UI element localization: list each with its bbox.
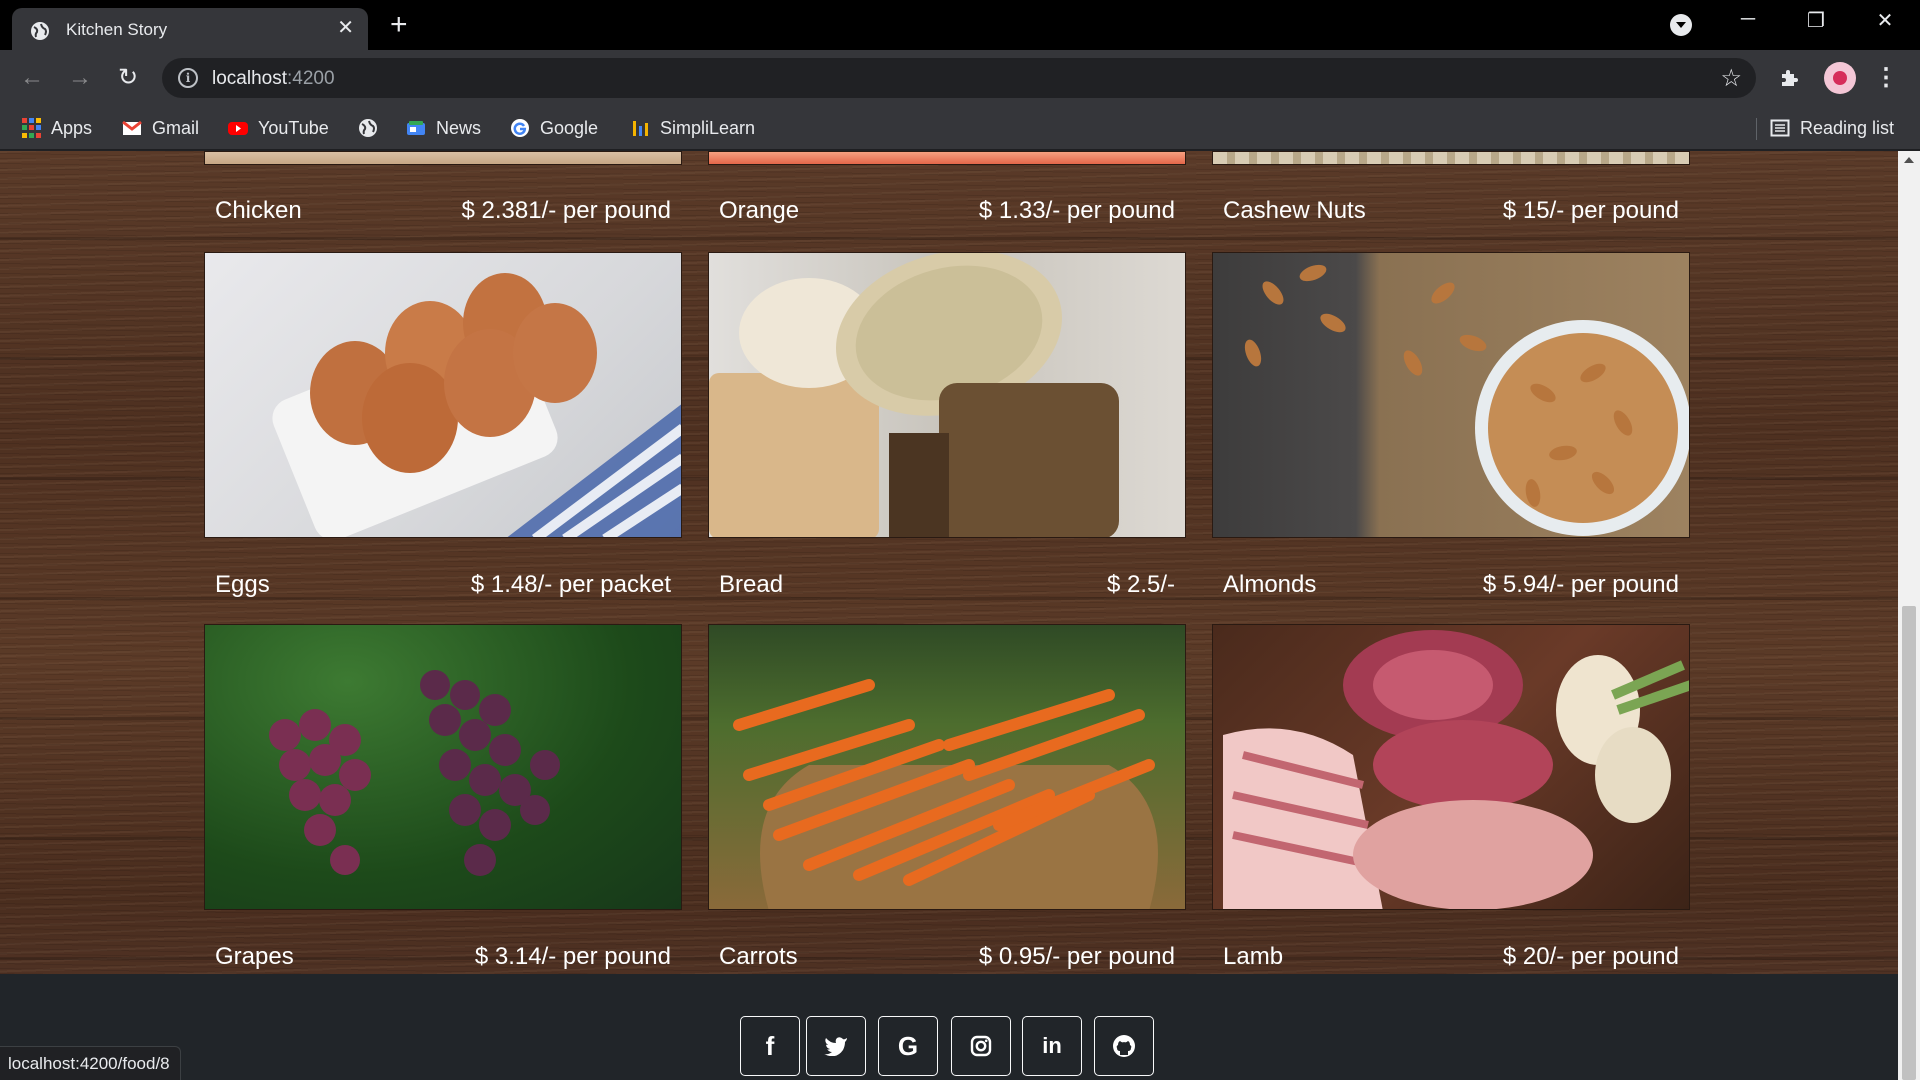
- product-name[interactable]: Eggs: [215, 571, 270, 599]
- youtube-icon: [228, 122, 248, 135]
- product-image-eggs[interactable]: [204, 252, 682, 538]
- product-price: $ 5.94/- per pound: [1482, 571, 1679, 598]
- apps-grid-icon: [22, 118, 41, 138]
- window-close-button[interactable]: ✕: [1865, 8, 1905, 33]
- instagram-glyph-icon: [970, 1035, 992, 1057]
- page-scrollbar[interactable]: [1898, 151, 1920, 1080]
- forward-arrow-icon[interactable]: →: [62, 60, 98, 96]
- bookmark-apps[interactable]: Apps: [22, 106, 92, 150]
- bookmark-google[interactable]: Google: [510, 106, 598, 150]
- product-name[interactable]: Bread: [719, 571, 783, 599]
- news-icon: [407, 121, 425, 135]
- product-price: $ 3.14/- per pound: [474, 943, 671, 970]
- bread-illustration: [709, 253, 1119, 537]
- product-image-bread[interactable]: [708, 252, 1186, 538]
- globe-icon: [31, 22, 49, 40]
- product-name[interactable]: Carrots: [719, 943, 798, 971]
- facebook-icon[interactable]: f: [740, 1016, 800, 1076]
- simplilearn-icon: [633, 121, 648, 136]
- product-price: $ 2.381/- per pound: [461, 197, 672, 224]
- bookmark-label: Google: [540, 117, 599, 138]
- linkedin-icon[interactable]: in: [1022, 1016, 1082, 1076]
- product-name[interactable]: Chicken: [215, 197, 302, 225]
- gmail-icon: [122, 120, 142, 135]
- tab-search-icon[interactable]: [1670, 14, 1692, 36]
- menu-kebab-icon[interactable]: ⋮: [1874, 62, 1898, 94]
- google-icon[interactable]: G: [878, 1016, 938, 1076]
- bookmarks-bar: Apps Gmail YouTube News Google SimpliLea…: [0, 106, 1920, 150]
- product-price: $ 1.33/- per pound: [978, 197, 1175, 224]
- url-host: localhost: [212, 68, 287, 89]
- product-name[interactable]: Orange: [719, 197, 799, 225]
- divider: [1756, 118, 1757, 140]
- product-image-chicken[interactable]: [204, 151, 682, 165]
- eggs-illustration: [272, 273, 681, 537]
- product-image-carrots[interactable]: [708, 624, 1186, 910]
- bookmark-gmail[interactable]: Gmail: [122, 106, 199, 150]
- status-url-bubble: localhost:4200/food/8: [0, 1046, 181, 1080]
- back-arrow-icon[interactable]: ←: [14, 60, 50, 96]
- twitter-icon[interactable]: [806, 1016, 866, 1076]
- github-icon[interactable]: [1094, 1016, 1154, 1076]
- scroll-up-arrow-icon[interactable]: [1904, 157, 1914, 163]
- close-tab-icon[interactable]: ✕: [337, 18, 354, 38]
- product-image-cashew[interactable]: [1212, 151, 1690, 165]
- reading-list-label: Reading list: [1800, 117, 1895, 138]
- almonds-illustration: [1244, 264, 1689, 536]
- minimize-button[interactable]: ─: [1728, 8, 1768, 31]
- product-image-orange[interactable]: [708, 151, 1186, 165]
- info-icon[interactable]: i: [178, 68, 198, 88]
- product-image-lamb[interactable]: [1212, 624, 1690, 910]
- bookmark-globe[interactable]: [358, 106, 388, 150]
- tab-strip: Kitchen Story ✕ + ─ ❐ ✕: [0, 0, 1920, 50]
- bookmark-label: YouTube: [258, 117, 329, 138]
- url-text[interactable]: localhost:4200: [212, 68, 335, 90]
- profile-avatar[interactable]: [1824, 62, 1856, 94]
- bookmark-label: SimpliLearn: [660, 117, 756, 138]
- footer: f G in: [0, 974, 1898, 1080]
- product-name[interactable]: Almonds: [1223, 571, 1316, 599]
- bookmark-label: Apps: [51, 117, 93, 138]
- product-price: $ 2.5/-: [1106, 571, 1175, 598]
- bookmark-simplilearn[interactable]: SimpliLearn: [630, 106, 755, 150]
- twitter-bird-icon: [824, 1037, 847, 1056]
- product-price: $ 1.48/- per packet: [470, 571, 671, 598]
- bookmark-label: Gmail: [152, 117, 200, 138]
- bookmark-star-icon[interactable]: ☆: [1720, 64, 1742, 93]
- page-content: Chicken $ 2.381/- per pound Orange $ 1.3…: [0, 151, 1898, 1080]
- carrots-illustration: [733, 679, 1158, 909]
- scrollbar-thumb[interactable]: [1902, 606, 1916, 1080]
- reading-list-icon: [1770, 119, 1790, 137]
- product-image-grapes[interactable]: [204, 624, 682, 910]
- url-port: :4200: [287, 68, 335, 89]
- product-name[interactable]: Grapes: [215, 943, 294, 971]
- tab-title: Kitchen Story: [66, 20, 168, 39]
- github-octocat-icon: [1113, 1035, 1135, 1057]
- new-tab-button[interactable]: +: [390, 10, 408, 40]
- product-name[interactable]: Lamb: [1223, 943, 1283, 971]
- lamb-illustration: [1223, 630, 1689, 909]
- product-price: $ 0.95/- per pound: [978, 943, 1175, 970]
- extensions-puzzle-icon[interactable]: [1778, 66, 1802, 90]
- instagram-icon[interactable]: [951, 1016, 1011, 1076]
- restore-button[interactable]: ❐: [1796, 8, 1836, 33]
- bookmark-youtube[interactable]: YouTube: [228, 106, 329, 150]
- google-icon: [511, 119, 529, 137]
- tab-kitchen-story[interactable]: Kitchen Story ✕: [12, 8, 368, 50]
- bookmark-label: News: [436, 117, 482, 138]
- address-bar[interactable]: i localhost:4200 ☆: [162, 58, 1756, 98]
- product-price: $ 20/- per pound: [1502, 943, 1679, 970]
- browser-toolbar: ← → ↻ i localhost:4200 ☆ ⋮: [0, 50, 1920, 106]
- reload-icon[interactable]: ↻: [110, 60, 146, 96]
- bookmark-news[interactable]: News: [406, 106, 481, 150]
- grapes-illustration: [269, 670, 560, 876]
- globe-icon: [359, 119, 377, 137]
- reading-list-button[interactable]: Reading list: [1770, 106, 1894, 150]
- product-price: $ 15/- per pound: [1502, 197, 1679, 224]
- product-name[interactable]: Cashew Nuts: [1223, 197, 1366, 225]
- product-image-almonds[interactable]: [1212, 252, 1690, 538]
